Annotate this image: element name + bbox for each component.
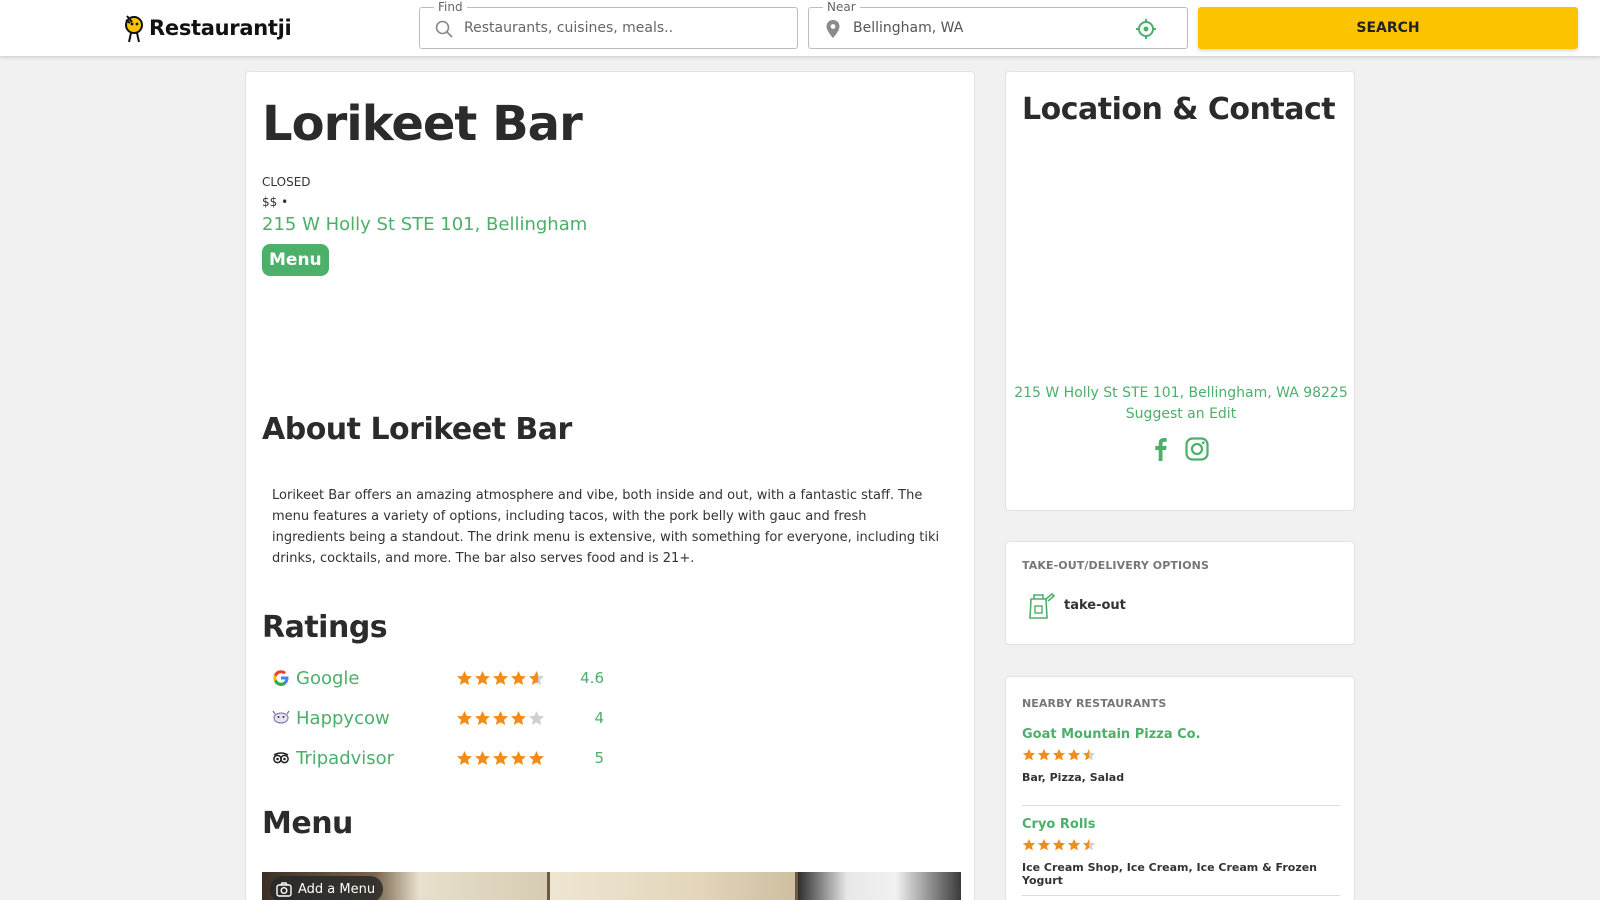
find-legend: Find	[434, 0, 467, 14]
logo-text: Restaurantji	[149, 16, 292, 40]
search-icon	[435, 20, 453, 38]
star-icon	[1037, 748, 1051, 761]
camera-icon	[276, 881, 292, 897]
divider	[1022, 805, 1340, 806]
takeout-options-card: TAKE-OUT/DELIVERY OPTIONS take-out	[1005, 541, 1355, 645]
star-icon	[529, 670, 544, 685]
takeout-bag-icon	[1029, 592, 1056, 619]
menu-button[interactable]: Menu	[262, 244, 329, 276]
locate-me-icon[interactable]	[1135, 18, 1157, 40]
star-icon	[457, 710, 472, 725]
rating-source-google[interactable]: Google	[296, 668, 456, 689]
star-icon	[457, 670, 472, 685]
logo-icon	[125, 15, 143, 43]
rating-source-happycow[interactable]: Happycow	[296, 708, 456, 729]
rating-source-tripadvisor[interactable]: Tripadvisor	[296, 748, 456, 769]
star-icon	[475, 750, 490, 765]
nearby-restaurants-card: NEARBY RESTAURANTS Goat Mountain Pizza C…	[1005, 676, 1355, 900]
address-link[interactable]: 215 W Holly St STE 101, Bellingham	[262, 214, 587, 235]
nearby-name[interactable]: Goat Mountain Pizza Co.	[1022, 727, 1340, 742]
price-level: $$ •	[262, 195, 289, 209]
find-input[interactable]	[464, 8, 764, 48]
facebook-icon[interactable]	[1148, 436, 1174, 462]
suggest-edit-link[interactable]: Suggest an Edit	[1006, 406, 1356, 422]
takeout-label: TAKE-OUT/DELIVERY OPTIONS	[1022, 559, 1209, 572]
nearby-tags: Bar, Pizza, Salad	[1022, 771, 1125, 784]
star-icon	[529, 750, 544, 765]
restaurant-title: Lorikeet Bar	[262, 96, 583, 152]
open-status: CLOSED	[262, 175, 311, 189]
add-menu-label: Add a Menu	[298, 881, 376, 897]
menu-photos-strip[interactable]: Add a Menu	[262, 872, 961, 900]
menu-heading: Menu	[262, 806, 353, 841]
star-icon	[511, 710, 526, 725]
star-icon	[475, 710, 490, 725]
nearby-item[interactable]: Goat Mountain Pizza Co. Bar, Pizza, Sala…	[1022, 727, 1340, 784]
search-button[interactable]: SEARCH	[1198, 7, 1578, 49]
rating-stars-happycow	[456, 710, 574, 727]
star-icon	[529, 710, 544, 725]
divider	[1022, 895, 1340, 896]
star-icon	[493, 670, 508, 685]
tripadvisor-logo-icon	[272, 749, 290, 767]
star-icon	[1082, 838, 1096, 851]
happycow-logo-icon	[272, 709, 290, 727]
nearby-name[interactable]: Cryo Rolls	[1022, 817, 1340, 832]
location-contact-card: Location & Contact 215 W Holly St STE 10…	[1005, 71, 1355, 511]
rating-row-google: Google 4.6	[272, 664, 604, 692]
rating-row-happycow: Happycow 4	[272, 704, 604, 732]
takeout-option-label: take-out	[1064, 597, 1126, 613]
nearby-label: NEARBY RESTAURANTS	[1022, 697, 1167, 710]
site-logo[interactable]: Restaurantji	[123, 10, 292, 46]
nearby-stars	[1022, 748, 1340, 762]
star-icon	[1022, 838, 1036, 851]
star-icon	[493, 750, 508, 765]
star-icon	[1052, 838, 1066, 851]
rating-stars-google	[456, 670, 574, 687]
rating-row-tripadvisor: Tripadvisor 5	[272, 744, 604, 772]
full-address-link[interactable]: 215 W Holly St STE 101, Bellingham, WA 9…	[1006, 385, 1356, 401]
add-menu-button[interactable]: Add a Menu	[270, 876, 384, 900]
star-icon	[1067, 838, 1081, 851]
rating-value-google: 4.6	[580, 669, 604, 687]
ratings-heading: Ratings	[262, 610, 388, 645]
star-icon	[1082, 748, 1096, 761]
restaurant-main-card: Lorikeet Bar CLOSED $$ • 215 W Holly St …	[245, 71, 975, 900]
star-icon	[475, 670, 490, 685]
menu-photo[interactable]	[798, 872, 961, 900]
star-icon	[511, 670, 526, 685]
star-icon	[457, 750, 472, 765]
about-heading: About Lorikeet Bar	[262, 412, 572, 447]
google-logo-icon	[272, 669, 290, 687]
nearby-stars	[1022, 838, 1340, 852]
star-icon	[493, 710, 508, 725]
star-icon	[1067, 748, 1081, 761]
rating-value-tripadvisor: 5	[594, 749, 604, 767]
star-icon	[511, 750, 526, 765]
rating-value-happycow: 4	[594, 709, 604, 727]
map-pin-icon	[826, 20, 840, 38]
about-text: Lorikeet Bar offers an amazing atmospher…	[272, 488, 940, 566]
instagram-icon[interactable]	[1184, 436, 1210, 462]
find-field[interactable]: Find	[419, 0, 798, 49]
top-header: Restaurantji Find Near SEARCH	[0, 0, 1600, 56]
rating-stars-tripadvisor	[456, 750, 574, 767]
star-icon	[1022, 748, 1036, 761]
nearby-item[interactable]: Cryo Rolls Ice Cream Shop, Ice Cream, Ic…	[1022, 817, 1340, 887]
near-field[interactable]: Near	[808, 0, 1188, 49]
location-heading: Location & Contact	[1022, 92, 1336, 127]
nearby-tags: Ice Cream Shop, Ice Cream, Ice Cream & F…	[1022, 861, 1318, 887]
star-icon	[1052, 748, 1066, 761]
near-input[interactable]	[853, 8, 1153, 48]
takeout-option: take-out	[1026, 590, 1126, 620]
star-icon	[1037, 838, 1051, 851]
menu-photo[interactable]	[550, 872, 795, 900]
